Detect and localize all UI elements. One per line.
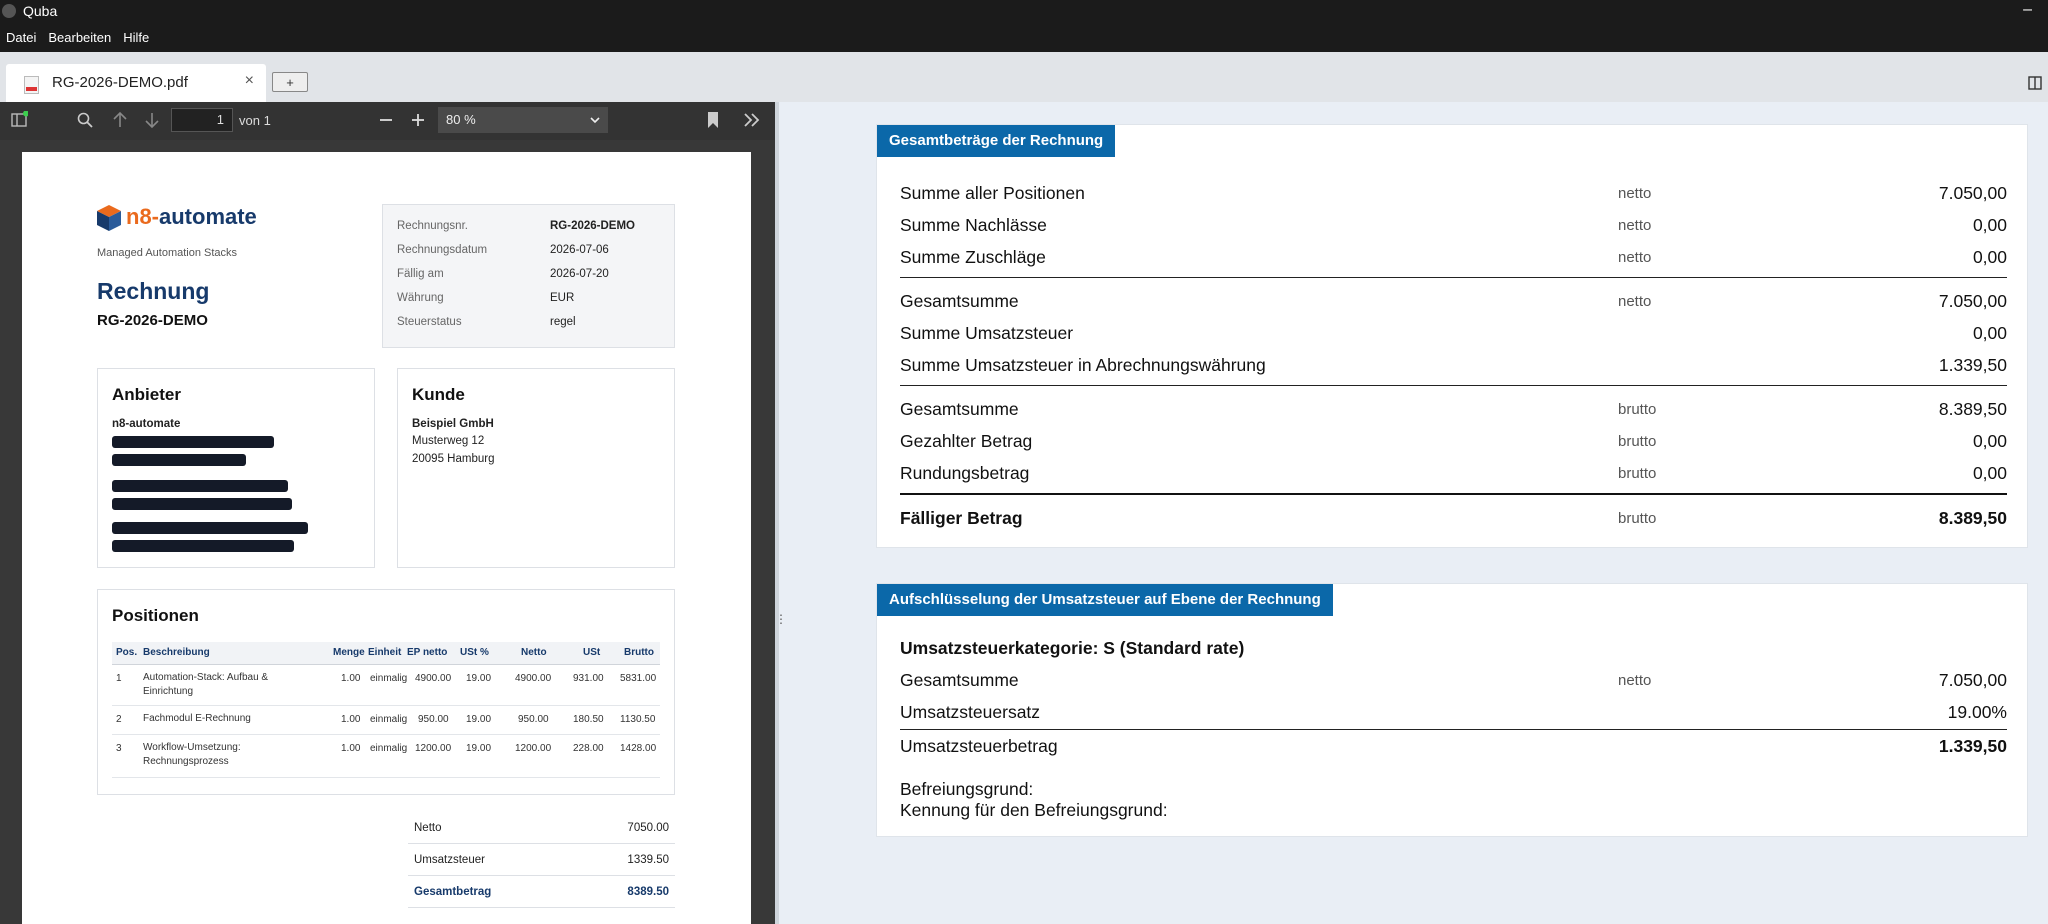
- vat-row: Umsatzsteuersatz 19.00%: [900, 702, 2007, 722]
- summary-row: Summe Umsatzsteuer 0,00: [900, 323, 2007, 343]
- redacted-block: [112, 540, 294, 552]
- customer-name: Beispiel GmbH: [412, 418, 494, 430]
- positions-heading: Positionen: [112, 606, 199, 625]
- vat-row: Gesamtsumme netto 7.050,00: [900, 670, 2007, 690]
- table-row: 2 Fachmodul E-Rechnung 1.00 einmalig 950…: [112, 706, 660, 735]
- positions-box: Positionen Pos. Beschreibung Menge Einhe…: [97, 589, 675, 795]
- vat-breakdown-card: Aufschlüsselung der Umsatzsteuer auf Ebe…: [876, 583, 2028, 837]
- exemption-code-label: Kennung für den Befreiungsgrund:: [900, 800, 1168, 820]
- zoom-select[interactable]: 80 %: [438, 107, 608, 133]
- title-bar: Quba –: [0, 0, 2048, 22]
- cube-logo-icon: [97, 205, 121, 231]
- totals-row-final: Gesamtbetrag 8389.50: [408, 876, 675, 908]
- redacted-block: [112, 498, 292, 510]
- split-view-icon[interactable]: [2028, 76, 2042, 93]
- summary-row-due: Fälliger Betrag brutto 8.389,50: [900, 508, 2007, 528]
- zoom-value: 80 %: [446, 112, 476, 127]
- redacted-block: [112, 436, 274, 448]
- pdf-toolbar: 1 von 1 80 %: [0, 102, 775, 140]
- summary-row: Summe Nachlässe netto 0,00: [900, 215, 2007, 235]
- drag-handle-icon[interactable]: ⋮: [775, 612, 787, 626]
- customer-box: Kunde Beispiel GmbH Musterweg 12 20095 H…: [397, 368, 675, 568]
- customer-city: 20095 Hamburg: [412, 453, 495, 465]
- summary-row: Rundungsbetrag brutto 0,00: [900, 463, 2007, 483]
- tab-document[interactable]: RG-2026-DEMO.pdf ×: [6, 64, 266, 102]
- redacted-block: [112, 454, 246, 466]
- invoice-number: RG-2026-DEMO: [97, 312, 208, 329]
- customer-street: Musterweg 12: [412, 435, 485, 447]
- chevron-down-icon: [590, 107, 600, 142]
- table-row: 3 Workflow-Umsetzung: Rechnungsprozess 1…: [112, 735, 660, 778]
- pdf-file-icon: [24, 76, 39, 94]
- zoom-in-icon[interactable]: [410, 111, 426, 133]
- minimize-button[interactable]: –: [2023, 1, 2032, 19]
- divider: [900, 385, 2007, 386]
- brand-name: n8-automate: [126, 204, 257, 229]
- provider-box: Anbieter n8-automate: [97, 368, 375, 568]
- invoice-title: Rechnung: [97, 278, 210, 304]
- totals-card: Gesamtbeträge der Rechnung Summe aller P…: [876, 124, 2028, 548]
- page-total-label: von 1: [239, 113, 271, 128]
- menu-datei[interactable]: Datei: [6, 30, 36, 45]
- tab-title: RG-2026-DEMO.pdf: [52, 74, 188, 91]
- divider: [900, 277, 2007, 278]
- positions-header: Pos. Beschreibung Menge Einheit EP netto…: [112, 642, 660, 665]
- brand-slogan: Managed Automation Stacks: [97, 247, 238, 259]
- pane-splitter[interactable]: ⋮: [775, 102, 787, 924]
- summary-row: Gezahlter Betrag brutto 0,00: [900, 431, 2007, 451]
- invoice-meta-box: Rechnungsnr. RG-2026-DEMO Rechnungsdatum…: [382, 204, 675, 348]
- redacted-block: [112, 522, 308, 534]
- totals-row: Netto 7050.00: [408, 812, 675, 844]
- sidebar-toggle-icon[interactable]: [10, 110, 29, 133]
- search-icon[interactable]: [76, 111, 94, 133]
- arrow-down-icon[interactable]: [144, 111, 160, 133]
- menu-bar: Datei Bearbeiten Hilfe: [0, 22, 2048, 52]
- exemption-reason-label: Befreiungsgrund:: [900, 779, 1034, 799]
- totals-row: Umsatzsteuer 1339.50: [408, 844, 675, 876]
- summary-row: Summe Zuschläge netto 0,00: [900, 247, 2007, 267]
- menu-bearbeiten[interactable]: Bearbeiten: [48, 30, 111, 45]
- brand-logo: n8-automate: [96, 204, 326, 244]
- new-tab-button[interactable]: +: [272, 72, 308, 92]
- pdf-viewer: 1 von 1 80 % n8-automate Managed Automat…: [0, 102, 775, 924]
- zoom-out-icon[interactable]: [378, 111, 394, 133]
- bookmark-icon[interactable]: [706, 111, 720, 133]
- customer-heading: Kunde: [412, 385, 465, 404]
- totals-card-heading: Gesamtbeträge der Rechnung: [877, 125, 1116, 157]
- arrow-up-icon[interactable]: [112, 111, 128, 133]
- redacted-block: [112, 480, 288, 492]
- close-icon[interactable]: ×: [245, 72, 254, 90]
- menu-hilfe[interactable]: Hilfe: [123, 30, 149, 45]
- divider: [900, 493, 2007, 495]
- provider-heading: Anbieter: [112, 385, 181, 404]
- pdf-page: n8-automate Managed Automation Stacks Re…: [22, 152, 751, 924]
- page-number-input[interactable]: 1: [171, 108, 233, 132]
- app-title: Quba: [23, 3, 58, 19]
- vat-row: Umsatzsteuerbetrag 1.339,50: [900, 736, 2007, 756]
- summary-row: Summe aller Positionen netto 7.050,00: [900, 183, 2007, 203]
- provider-name: n8-automate: [112, 418, 181, 430]
- summary-row: Summe Umsatzsteuer in Abrechnungswährung…: [900, 355, 2007, 375]
- summary-row: Gesamtsumme brutto 8.389,50: [900, 399, 2007, 419]
- vat-card-heading: Aufschlüsselung der Umsatzsteuer auf Ebe…: [877, 584, 1333, 616]
- vat-category: Umsatzsteuerkategorie: S (Standard rate): [900, 638, 1245, 658]
- table-row: 1 Automation-Stack: Aufbau & Einrichtung…: [112, 665, 660, 706]
- tab-bar: RG-2026-DEMO.pdf × +: [0, 52, 2048, 102]
- app-icon: [2, 4, 16, 18]
- more-tools-icon[interactable]: [742, 111, 762, 133]
- summary-row: Gesamtsumme netto 7.050,00: [900, 291, 2007, 311]
